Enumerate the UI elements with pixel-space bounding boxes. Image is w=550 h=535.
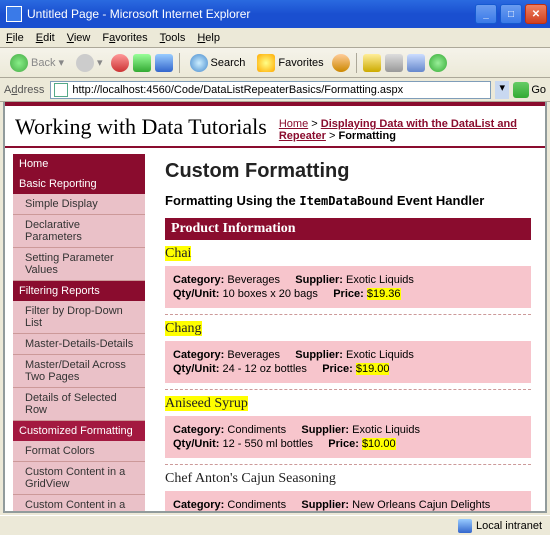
zone-label: Local intranet (476, 520, 542, 532)
sidebar-item[interactable]: Filter by Drop-Down List (13, 301, 145, 334)
close-button[interactable]: ✕ (525, 4, 547, 24)
menu-view[interactable]: View (67, 32, 91, 44)
sidebar-head[interactable]: Home (13, 154, 145, 174)
menu-tools[interactable]: Tools (160, 32, 186, 44)
page-favicon-icon (54, 83, 68, 97)
search-label: Search (211, 57, 246, 69)
messenger-icon[interactable] (429, 54, 447, 72)
back-button[interactable]: Back ▾ (6, 52, 68, 74)
product-name: Chang (165, 321, 531, 337)
sidebar-item[interactable]: Master-Details-Details (13, 334, 145, 355)
back-label: Back (31, 57, 55, 69)
address-label: Address (4, 84, 44, 96)
address-bar: Address http://localhost:4560/Code/DataL… (0, 78, 550, 102)
back-icon (10, 54, 28, 72)
browser-viewport: Working with Data Tutorials Home > Displ… (3, 102, 547, 513)
separator (179, 53, 180, 73)
sidebar-head[interactable]: Basic Reporting (13, 174, 145, 194)
zone-icon (458, 519, 472, 533)
menu-edit[interactable]: Edit (36, 32, 55, 44)
site-title: Working with Data Tutorials (15, 114, 267, 140)
edit-icon[interactable] (407, 54, 425, 72)
url-text: http://localhost:4560/Code/DataListRepea… (72, 84, 403, 96)
url-dropdown-icon[interactable]: ▾ (495, 81, 509, 99)
go-icon (513, 82, 529, 98)
sidebar-nav: HomeBasic ReportingSimple DisplayDeclara… (5, 148, 145, 513)
sidebar-item[interactable]: Custom Content in a DetailsView (13, 495, 145, 513)
page-subheading: Formatting Using the ItemDataBound Event… (165, 193, 531, 208)
go-button[interactable]: Go (513, 82, 546, 98)
mail-icon[interactable] (363, 54, 381, 72)
minimize-button[interactable]: _ (475, 4, 497, 24)
window-titlebar: Untitled Page - Microsoft Internet Explo… (0, 0, 550, 28)
product-name: Chef Anton's Cajun Seasoning (165, 471, 531, 487)
history-icon[interactable] (332, 54, 350, 72)
sidebar-item[interactable]: Setting Parameter Values (13, 248, 145, 281)
window-buttons: _ □ ✕ (475, 4, 550, 24)
stop-icon[interactable] (111, 54, 129, 72)
sidebar-head[interactable]: Customized Formatting (13, 421, 145, 441)
panel-title: Product Information (165, 218, 531, 240)
breadcrumb-current: Formatting (338, 130, 395, 142)
sidebar-item[interactable]: Custom Content in a GridView (13, 462, 145, 495)
breadcrumb-home[interactable]: Home (279, 118, 308, 130)
sidebar-item[interactable]: Format Colors (13, 441, 145, 462)
maximize-button[interactable]: □ (500, 4, 522, 24)
toolbar: Back ▾ ▾ Search Favorites (0, 48, 550, 78)
site-header: Working with Data Tutorials Home > Displ… (5, 106, 545, 148)
star-icon (257, 54, 275, 72)
forward-icon (76, 54, 94, 72)
ie-icon (6, 6, 22, 22)
window-title: Untitled Page - Microsoft Internet Explo… (27, 7, 475, 21)
product-details: Category: Condiments Supplier: New Orlea… (165, 491, 531, 513)
breadcrumb: Home > Displaying Data with the DataList… (279, 114, 535, 142)
url-input[interactable]: http://localhost:4560/Code/DataListRepea… (50, 81, 491, 99)
refresh-icon[interactable] (133, 54, 151, 72)
product-list: Chai Category: Beverages Supplier: Exotic… (165, 246, 531, 513)
product-details: Category: Condiments Supplier: Exotic Li… (165, 416, 531, 458)
search-button[interactable]: Search (186, 52, 250, 74)
sidebar-item[interactable]: Declarative Parameters (13, 215, 145, 248)
menu-file[interactable]: FFileile (6, 32, 24, 44)
product-details: Category: Beverages Supplier: Exotic Liq… (165, 341, 531, 383)
home-icon[interactable] (155, 54, 173, 72)
sidebar-item[interactable]: Simple Display (13, 194, 145, 215)
menu-bar: FFileile Edit View Favorites Tools Help (0, 28, 550, 48)
product-details: Category: Beverages Supplier: Exotic Liq… (165, 266, 531, 308)
menu-favorites[interactable]: Favorites (102, 32, 147, 44)
print-icon[interactable] (385, 54, 403, 72)
forward-button: ▾ (72, 52, 107, 74)
separator (356, 53, 357, 73)
page-heading: Custom Formatting (165, 160, 531, 183)
product-name: Aniseed Syrup (165, 396, 531, 412)
favorites-label: Favorites (278, 57, 323, 69)
status-bar: Local intranet (0, 515, 550, 535)
go-label: Go (531, 84, 546, 96)
menu-help[interactable]: Help (197, 32, 220, 44)
search-icon (190, 54, 208, 72)
main-content: Custom Formatting Formatting Using the I… (145, 148, 545, 513)
sidebar-item[interactable]: Master/Detail Across Two Pages (13, 355, 145, 388)
product-name: Chai (165, 246, 531, 262)
sidebar-item[interactable]: Details of Selected Row (13, 388, 145, 421)
favorites-button[interactable]: Favorites (253, 52, 327, 74)
sidebar-head[interactable]: Filtering Reports (13, 281, 145, 301)
